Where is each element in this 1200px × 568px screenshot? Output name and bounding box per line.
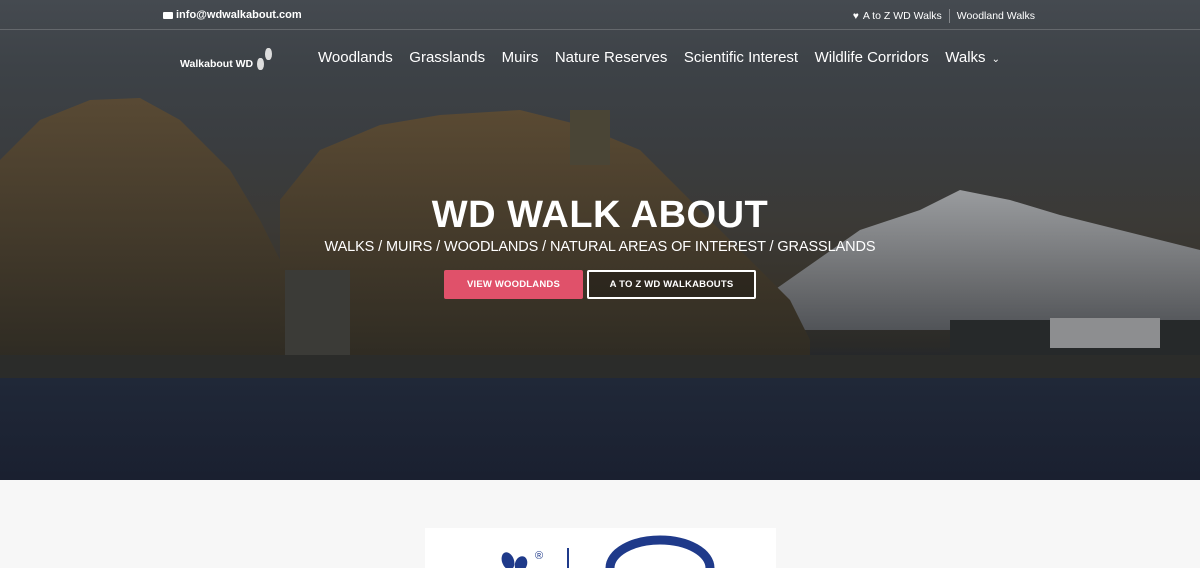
- a-to-z-walkabouts-button[interactable]: A TO Z WD WALKABOUTS: [587, 270, 756, 299]
- site-logo[interactable]: Walkabout WD: [180, 40, 275, 76]
- topbar-divider: [948, 9, 950, 23]
- partner-logo: [501, 535, 715, 568]
- nav-item-scientific-interest[interactable]: Scientific Interest: [684, 49, 798, 66]
- registered-mark: ®: [535, 550, 544, 562]
- topbar-link-a-to-z[interactable]: A to Z WD Walks: [863, 10, 942, 22]
- chevron-down-icon: ⌄: [991, 54, 1000, 65]
- heart-icon: ♥: [852, 10, 859, 22]
- nav-item-woodlands[interactable]: Woodlands: [318, 49, 393, 66]
- contact-email: info@wdwalkabout.com: [176, 9, 302, 21]
- nav-item-wildlife-corridors[interactable]: Wildlife Corridors: [815, 49, 929, 66]
- topbar-link-woodland-walks[interactable]: Woodland Walks: [957, 10, 1035, 22]
- nav-item-muirs[interactable]: Muirs: [502, 49, 539, 66]
- partners-section: ®: [0, 480, 1200, 568]
- top-bar: info@wdwalkabout.com ♥ A to Z WD Walks W…: [0, 0, 1200, 30]
- nav-item-grasslands[interactable]: Grasslands: [409, 49, 485, 66]
- contact-email-link[interactable]: info@wdwalkabout.com: [163, 9, 302, 21]
- nav-item-walks-label: Walks: [945, 49, 986, 66]
- nav-item-nature-reserves[interactable]: Nature Reserves: [555, 49, 668, 66]
- hero-subtitle: WALKS / MUIRS / WOODLANDS / NATURAL AREA…: [324, 239, 876, 255]
- nav-item-walks[interactable]: Walks ⌄: [945, 49, 1000, 66]
- envelope-icon: [163, 11, 173, 19]
- hero-title: WD WALK ABOUT: [431, 194, 769, 236]
- view-woodlands-button[interactable]: VIEW WOODLANDS: [444, 270, 583, 299]
- footprints-icon: [255, 46, 275, 76]
- hero-content: WD WALK ABOUT WALKS / MUIRS / WOODLANDS …: [0, 193, 1200, 299]
- logo-text: Walkabout WD: [180, 58, 254, 70]
- partner-logo-card: ®: [425, 528, 776, 568]
- hero-section: info@wdwalkabout.com ♥ A to Z WD Walks W…: [0, 0, 1200, 480]
- main-navigation: Walkabout WD Woodlands Grasslands Muirs …: [0, 40, 1200, 76]
